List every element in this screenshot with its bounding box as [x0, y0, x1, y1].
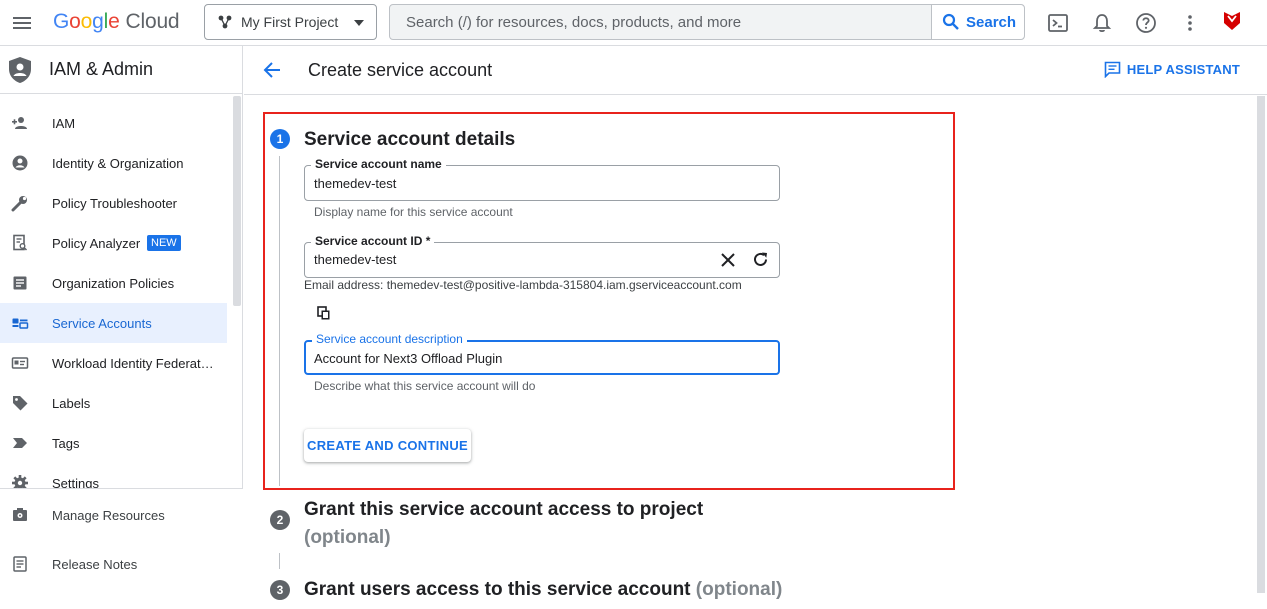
- service-account-id-field[interactable]: Service account ID * themedev-test: [304, 234, 780, 278]
- step-3-title: Grant users access to this service accou…: [304, 579, 782, 601]
- page-title: Create service account: [308, 60, 493, 80]
- main-scrollbar[interactable]: [1257, 96, 1265, 593]
- email-address: Email address: themedev-test@positive-la…: [304, 278, 742, 292]
- field-label: Service account name: [311, 157, 446, 171]
- refresh-icon[interactable]: [752, 251, 769, 268]
- step-3-title-text: Grant users access to this service accou…: [304, 579, 691, 600]
- notifications-icon[interactable]: [1091, 12, 1113, 34]
- list-document-icon: [13, 276, 27, 290]
- project-name: My First Project: [241, 14, 339, 30]
- step-2-title: Grant this service account access to pro…: [304, 496, 703, 552]
- step-3-optional: (optional): [695, 579, 783, 600]
- sidebar-item-label: Policy Troubleshooter: [52, 195, 178, 211]
- release-notes-icon: [13, 556, 27, 572]
- sidebar-item-label: Policy Analyzer: [52, 235, 141, 251]
- search-button-label: Search: [966, 13, 1017, 31]
- sidebar-item-policy-analyzer[interactable]: Policy Analyzer NEW: [0, 223, 227, 263]
- sidebar-item-workload-identity[interactable]: Workload Identity Federat…: [0, 343, 227, 383]
- name-hint: Display name for this service account: [314, 205, 513, 219]
- sidebar-item-iam[interactable]: IAM: [0, 103, 227, 143]
- search-input[interactable]: Search (/) for resources, docs, products…: [406, 14, 741, 31]
- project-selector[interactable]: My First Project: [204, 4, 377, 40]
- step-connector: [279, 156, 280, 486]
- wrench-icon: [11, 196, 27, 212]
- back-arrow-icon[interactable]: [262, 60, 282, 80]
- sidebar-item-identity-organization[interactable]: Identity & Organization: [0, 143, 227, 183]
- avatar[interactable]: [1221, 10, 1243, 32]
- cloud-shell-icon[interactable]: [1047, 12, 1069, 34]
- page-header: Create service account HELP ASSISTANT: [244, 46, 1267, 95]
- service-account-icon: [12, 318, 29, 329]
- sidebar: IAM & Admin IAM Identity & Organization …: [0, 46, 243, 609]
- field-value[interactable]: themedev-test: [314, 252, 396, 267]
- sidebar-item-label: Service Accounts: [52, 315, 152, 331]
- tag-chevron-icon: [13, 438, 27, 448]
- sidebar-item-tags[interactable]: Tags: [0, 423, 227, 463]
- search-icon: [942, 13, 959, 30]
- field-label: Service account ID *: [311, 234, 435, 248]
- sidebar-item-label: Workload Identity Federat…: [52, 355, 214, 371]
- help-icon[interactable]: [1135, 12, 1157, 34]
- person-add-icon: [12, 117, 27, 129]
- sidebar-item-label: Manage Resources: [52, 507, 165, 523]
- sidebar-header: IAM & Admin: [0, 46, 242, 94]
- field-value[interactable]: themedev-test: [314, 176, 396, 191]
- step-connector: [279, 553, 280, 569]
- service-account-name-field[interactable]: Service account name themedev-test: [304, 157, 780, 201]
- step-2-title-text: Grant this service account access to pro…: [304, 499, 704, 520]
- field-label: Service account description: [312, 332, 467, 346]
- field-value[interactable]: Account for Next3 Offload Plugin: [314, 351, 502, 366]
- sidebar-item-label: Organization Policies: [52, 275, 175, 291]
- step-1-number: 1: [270, 129, 290, 149]
- help-assistant-button[interactable]: HELP ASSISTANT: [1104, 61, 1240, 78]
- step-2-number: 2: [270, 510, 290, 530]
- sidebar-item-label: IAM: [52, 115, 76, 131]
- document-search-icon: [13, 234, 28, 251]
- step-2-optional: (optional): [304, 527, 391, 548]
- search-bar[interactable]: Search (/) for resources, docs, products…: [389, 4, 1025, 40]
- clear-icon[interactable]: [721, 253, 735, 267]
- service-account-description-field[interactable]: Service account description Account for …: [304, 332, 780, 375]
- description-hint: Describe what this service account will …: [314, 379, 536, 393]
- menu-icon[interactable]: [12, 13, 32, 33]
- sidebar-item-policy-troubleshooter[interactable]: Policy Troubleshooter: [0, 183, 227, 223]
- new-badge: NEW: [147, 235, 181, 251]
- help-assistant-label: HELP ASSISTANT: [1126, 62, 1240, 77]
- caret-down-icon: [354, 20, 364, 26]
- account-circle-icon: [12, 155, 28, 171]
- top-bar: Google Cloud My First Project Search (/) …: [0, 0, 1267, 46]
- create-and-continue-button[interactable]: CREATE AND CONTINUE: [304, 429, 471, 462]
- sidebar-item-label: Release Notes: [52, 556, 138, 572]
- search-button[interactable]: Search: [931, 5, 1024, 39]
- sidebar-item-label: Identity & Organization: [52, 155, 184, 171]
- manage-resources-icon: [13, 508, 27, 521]
- id-card-icon: [11, 357, 29, 369]
- sidebar-scrollbar[interactable]: [233, 96, 241, 306]
- copy-icon[interactable]: [317, 306, 331, 321]
- label-icon: [13, 396, 28, 411]
- project-hub-icon: [218, 15, 232, 29]
- sidebar-footer: Manage Resources Release Notes: [0, 488, 243, 609]
- shield-icon: [9, 56, 31, 83]
- sidebar-item-manage-resources[interactable]: Manage Resources: [0, 495, 227, 535]
- step-1-title: Service account details: [304, 129, 516, 150]
- sidebar-item-label: Tags: [52, 435, 80, 451]
- step-3-number: 3: [270, 580, 290, 600]
- sidebar-item-organization-policies[interactable]: Organization Policies: [0, 263, 227, 303]
- sidebar-item-service-accounts[interactable]: Service Accounts: [0, 303, 227, 343]
- sidebar-item-label: Labels: [52, 395, 91, 411]
- sidebar-item-release-notes[interactable]: Release Notes: [0, 544, 227, 584]
- google-cloud-logo[interactable]: Google Cloud: [53, 10, 180, 34]
- chat-icon: [1104, 61, 1121, 78]
- sidebar-title: IAM & Admin: [49, 59, 154, 79]
- more-vert-icon[interactable]: [1179, 12, 1201, 34]
- sidebar-item-labels[interactable]: Labels: [0, 383, 227, 423]
